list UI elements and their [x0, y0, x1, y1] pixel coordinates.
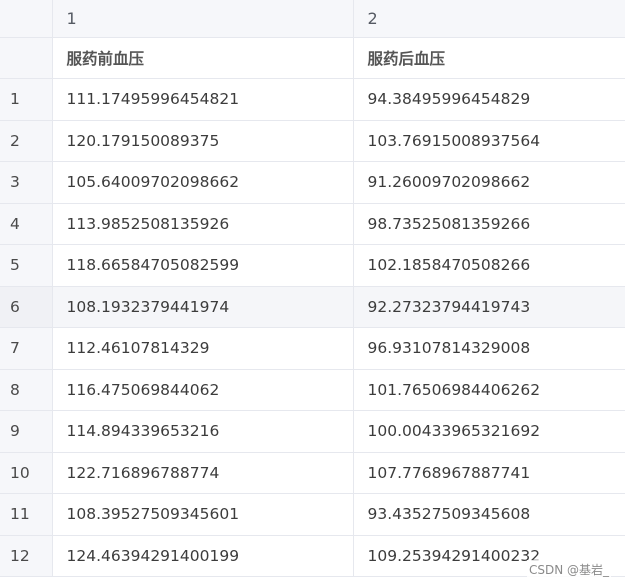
cell-before[interactable]: 112.46107814329 [52, 327, 354, 370]
column-header-1[interactable]: 1 [52, 0, 354, 38]
cell-before[interactable]: 116.475069844062 [52, 369, 354, 411]
table-row: 4 113.9852508135926 98.73525081359266 [0, 203, 625, 245]
row-index: 5 [0, 244, 53, 287]
row-index: 4 [0, 203, 53, 245]
cell-before[interactable]: 122.716896788774 [52, 452, 354, 494]
cell-before[interactable]: 118.66584705082599 [52, 244, 354, 287]
cell-after[interactable]: 103.76915008937564 [353, 120, 625, 162]
column-header-2[interactable]: 2 [353, 0, 625, 38]
cell-after[interactable]: 98.73525081359266 [353, 203, 625, 245]
row-index: 3 [0, 161, 53, 204]
row-index: 10 [0, 452, 53, 494]
corner-cell [0, 0, 53, 38]
table-row: 2 120.179150089375 103.76915008937564 [0, 120, 625, 162]
table-row: 1 111.17495996454821 94.38495996454829 [0, 78, 625, 121]
cell-before[interactable]: 111.17495996454821 [52, 78, 354, 121]
row-index: 1 [0, 78, 53, 121]
table-row: 9 114.894339653216 100.00433965321692 [0, 410, 625, 453]
cell-after[interactable]: 100.00433965321692 [353, 410, 625, 453]
table-row: 8 116.475069844062 101.76506984406262 [0, 369, 625, 411]
column-header-row: 1 2 [0, 0, 625, 38]
cell-before[interactable]: 114.894339653216 [52, 410, 354, 453]
column-name-2[interactable]: 服药后血压 [353, 37, 625, 79]
row-index: 7 [0, 327, 53, 370]
cell-before[interactable]: 108.1932379441974 [52, 286, 354, 328]
row-index: 6 [0, 286, 53, 328]
row-index: 11 [0, 493, 53, 536]
row-index: 9 [0, 410, 53, 453]
cell-after[interactable]: 107.7768967887741 [353, 452, 625, 494]
cell-before[interactable]: 113.9852508135926 [52, 203, 354, 245]
cell-before[interactable]: 120.179150089375 [52, 120, 354, 162]
row-index: 12 [0, 535, 53, 577]
cell-before[interactable]: 124.46394291400199 [52, 535, 354, 577]
cell-after[interactable]: 96.93107814329008 [353, 327, 625, 370]
column-name-1[interactable]: 服药前血压 [52, 37, 354, 79]
table-body: 1 111.17495996454821 94.38495996454829 2 120… [0, 78, 625, 577]
row-index: 8 [0, 369, 53, 411]
table-row: 7 112.46107814329 96.93107814329008 [0, 327, 625, 370]
table-row: 11 108.39527509345601 93.43527509345608 [0, 493, 625, 536]
table-row: 6 108.1932379441974 92.27323794419743 [0, 286, 625, 328]
cell-after[interactable]: 102.1858470508266 [353, 244, 625, 287]
table-row: 10 122.716896788774 107.7768967887741 [0, 452, 625, 494]
cell-after[interactable]: 92.27323794419743 [353, 286, 625, 328]
column-name-row: 服药前血压 服药后血压 [0, 37, 625, 79]
cell-before[interactable]: 108.39527509345601 [52, 493, 354, 536]
row-index: 2 [0, 120, 53, 162]
data-table: 1 2 服药前血压 服药后血压 1 111.17495996454821 94.38… [0, 0, 625, 577]
cell-after[interactable]: 101.76506984406262 [353, 369, 625, 411]
table-row: 5 118.66584705082599 102.1858470508266 [0, 244, 625, 287]
table-row: 3 105.64009702098662 91.26009702098662 [0, 161, 625, 204]
cell-after[interactable]: 91.26009702098662 [353, 161, 625, 204]
cell-after[interactable]: 94.38495996454829 [353, 78, 625, 121]
row-index-blank [0, 37, 53, 79]
cell-after[interactable]: 93.43527509345608 [353, 493, 625, 536]
cell-before[interactable]: 105.64009702098662 [52, 161, 354, 204]
watermark: CSDN @基岩_ [526, 560, 611, 579]
